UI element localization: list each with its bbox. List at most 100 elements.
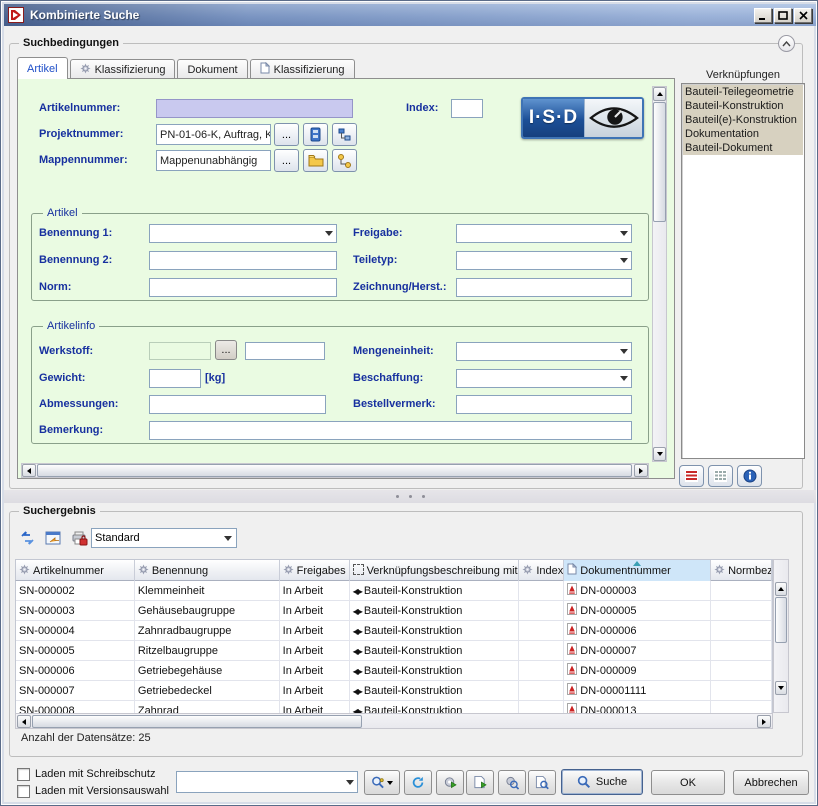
refresh-button[interactable] bbox=[404, 770, 432, 795]
form-vertical-scrollbar[interactable] bbox=[652, 86, 667, 462]
apply-document-button[interactable] bbox=[466, 770, 494, 795]
links-list-item[interactable]: Bauteil(e)-Konstruktion bbox=[683, 113, 803, 127]
table-row[interactable]: SN-000006GetriebegehäuseIn Arbeit◀▶Baute… bbox=[16, 661, 772, 681]
project-structure-icon[interactable] bbox=[332, 123, 357, 146]
tab-dokument[interactable]: Dokument bbox=[177, 59, 247, 79]
tab-artikel[interactable]: Artikel bbox=[17, 57, 68, 79]
scroll-up-button[interactable] bbox=[653, 87, 666, 101]
find-article-button[interactable] bbox=[498, 770, 526, 795]
folder-icon[interactable] bbox=[303, 149, 328, 172]
links-list[interactable]: Bauteil-TeilegeometrieBauteil-Konstrukti… bbox=[681, 83, 805, 459]
table-row[interactable]: SN-000004ZahnradbaugruppeIn Arbeit◀▶Baut… bbox=[16, 621, 772, 641]
werkstoff-input1[interactable] bbox=[149, 342, 211, 360]
projektnummer-input[interactable]: PN-01-06-K, Auftrag, Ko bbox=[156, 124, 271, 145]
artikelnummer-input[interactable] bbox=[156, 99, 353, 118]
bemerkung-input[interactable] bbox=[149, 421, 632, 440]
scroll-up-button[interactable] bbox=[775, 582, 787, 596]
print-lock-icon[interactable] bbox=[67, 527, 91, 549]
link-icon: ◀▶ bbox=[353, 605, 361, 617]
title-bar[interactable]: Kombinierte Suche bbox=[4, 4, 816, 26]
cell-freigabestatus: In Arbeit bbox=[280, 681, 350, 701]
links-list-item[interactable]: Dokumentation bbox=[683, 127, 803, 141]
index-input[interactable] bbox=[451, 99, 483, 118]
close-button[interactable] bbox=[794, 8, 812, 23]
list-view-gray-icon[interactable] bbox=[708, 465, 733, 487]
scroll-thumb[interactable] bbox=[775, 597, 787, 643]
bestellvermerk-input[interactable] bbox=[456, 395, 632, 414]
tab-klassifizierung[interactable]: Klassifizierung bbox=[70, 59, 176, 79]
cell-index bbox=[519, 661, 564, 681]
abmessungen-input[interactable] bbox=[149, 395, 326, 414]
links-list-item[interactable]: Bauteil-Konstruktion bbox=[683, 99, 803, 113]
benennung2-input[interactable] bbox=[149, 251, 337, 270]
table-row[interactable]: SN-000002KlemmeinheitIn Arbeit◀▶Bauteil-… bbox=[16, 581, 772, 601]
scroll-down-button[interactable] bbox=[775, 681, 787, 695]
collapse-section-button[interactable] bbox=[778, 35, 795, 52]
maximize-button[interactable] bbox=[774, 8, 792, 23]
table-horizontal-scrollbar[interactable] bbox=[15, 713, 773, 729]
scroll-thumb[interactable] bbox=[37, 464, 632, 477]
scroll-left-button[interactable] bbox=[17, 715, 31, 728]
load-version-label[interactable]: Laden mit Versionsauswahl bbox=[35, 785, 169, 797]
scroll-down-button[interactable] bbox=[653, 447, 666, 461]
gear-icon bbox=[138, 564, 149, 578]
find-document-button[interactable] bbox=[528, 770, 556, 795]
saved-search-select[interactable] bbox=[176, 771, 358, 793]
norm-input[interactable] bbox=[149, 278, 337, 297]
table-vertical-scrollbar[interactable] bbox=[773, 559, 789, 713]
scroll-thumb[interactable] bbox=[653, 102, 666, 222]
column-header-artikelnummer[interactable]: Artikelnummer bbox=[16, 560, 135, 581]
links-list-item[interactable]: Bauteil-Dokument bbox=[683, 141, 803, 155]
red-doc-icon bbox=[567, 623, 577, 638]
load-readonly-checkbox[interactable] bbox=[17, 768, 30, 781]
column-header-verknuepfungsbeschreibung[interactable]: Verknüpfungsbeschreibung mit bbox=[350, 560, 520, 581]
benennung1-select[interactable] bbox=[149, 224, 337, 243]
form-horizontal-scrollbar[interactable] bbox=[21, 463, 649, 478]
table-row[interactable]: SN-000003GehäusebaugruppeIn Arbeit◀▶Baut… bbox=[16, 601, 772, 621]
werkstoff-input2[interactable] bbox=[245, 342, 325, 360]
scroll-right-button[interactable] bbox=[634, 464, 648, 477]
mappennummer-input[interactable]: Mappenunabhängig bbox=[156, 150, 271, 171]
refresh-results-icon[interactable] bbox=[15, 527, 39, 549]
table-row[interactable]: SN-000008ZahnradIn Arbeit◀▶Bauteil-Konst… bbox=[16, 701, 772, 713]
ok-button[interactable]: OK bbox=[651, 770, 725, 795]
load-readonly-label[interactable]: Laden mit Schreibschutz bbox=[35, 768, 155, 780]
scroll-right-button[interactable] bbox=[757, 715, 771, 728]
beschaffung-select[interactable] bbox=[456, 369, 632, 388]
zeichnung-input[interactable] bbox=[456, 278, 632, 297]
gewicht-input[interactable] bbox=[149, 369, 201, 388]
mappe-browse-button[interactable]: ... bbox=[274, 149, 299, 172]
load-version-checkbox[interactable] bbox=[17, 785, 30, 798]
apply-article-button[interactable] bbox=[436, 770, 464, 795]
result-window-icon[interactable] bbox=[41, 527, 65, 549]
werkstoff-browse-button[interactable]: ... bbox=[215, 340, 237, 360]
column-header-index[interactable]: Index bbox=[519, 560, 564, 581]
scroll-thumb[interactable] bbox=[32, 715, 362, 728]
table-row[interactable]: SN-000007GetriebedeckelIn Arbeit◀▶Bautei… bbox=[16, 681, 772, 701]
scroll-left-button[interactable] bbox=[22, 464, 36, 477]
info-icon[interactable] bbox=[737, 465, 762, 487]
gear-icon bbox=[714, 564, 725, 578]
column-header-freigabestatus[interactable]: Freigabes bbox=[280, 560, 350, 581]
cancel-button[interactable]: Abbrechen bbox=[733, 770, 809, 795]
splitter[interactable] bbox=[4, 490, 816, 503]
project-database-icon[interactable] bbox=[303, 123, 328, 146]
freigabe-select[interactable] bbox=[456, 224, 632, 243]
cell-index bbox=[519, 641, 564, 661]
column-header-benennung[interactable]: Benennung bbox=[135, 560, 280, 581]
list-view-red-icon[interactable] bbox=[679, 465, 704, 487]
projekt-browse-button[interactable]: ... bbox=[274, 123, 299, 146]
mengeneinheit-select[interactable] bbox=[456, 342, 632, 361]
column-header-dokumentnummer[interactable]: Dokumentnummer bbox=[564, 560, 711, 581]
teiletyp-select[interactable] bbox=[456, 251, 632, 270]
result-view-select[interactable]: Standard bbox=[91, 528, 237, 548]
search-results-title: Suchergebnis bbox=[19, 505, 100, 517]
mappe-structure-icon[interactable] bbox=[332, 149, 357, 172]
table-row[interactable]: SN-000005RitzelbaugruppeIn Arbeit◀▶Baute… bbox=[16, 641, 772, 661]
search-options-button[interactable] bbox=[364, 770, 400, 795]
tab-klassifizierung[interactable]: Klassifizierung bbox=[250, 59, 355, 79]
links-list-item[interactable]: Bauteil-Teilegeometrie bbox=[683, 85, 803, 99]
column-header-normbezeichnung[interactable]: Normbezeic bbox=[711, 560, 772, 581]
minimize-button[interactable] bbox=[754, 8, 772, 23]
search-button[interactable]: Suche bbox=[561, 769, 643, 795]
